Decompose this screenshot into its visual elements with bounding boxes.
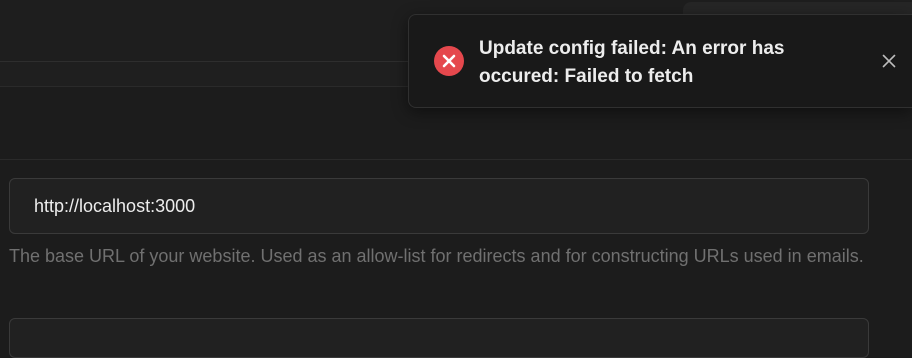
error-toast: Update config failed: An error has occur… [408, 14, 912, 108]
site-url-input[interactable] [9, 178, 869, 234]
close-icon[interactable] [879, 51, 899, 71]
next-input-field[interactable] [9, 318, 869, 358]
toast-message: Update config failed: An error has occur… [479, 38, 785, 87]
site-url-helper-text: The base URL of your website. Used as an… [9, 246, 864, 266]
error-x-icon [434, 46, 464, 76]
